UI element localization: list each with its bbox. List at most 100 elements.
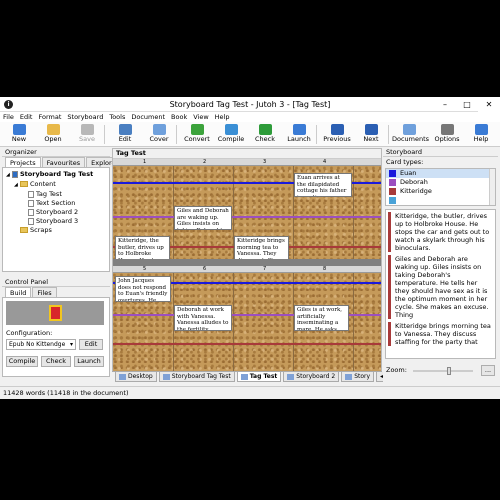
edit-config-button[interactable]: Edit xyxy=(79,339,103,350)
card-types-list: Euan Deborah Kitteridge xyxy=(385,168,496,206)
new-button[interactable]: New xyxy=(2,123,36,146)
cover-label: Cover xyxy=(149,135,169,143)
open-label: Open xyxy=(44,135,62,143)
doc-tab-label: Storyboard 2 xyxy=(296,372,336,380)
tree-item[interactable]: ◢ Storyboard Tag Test xyxy=(6,170,106,180)
menu-bar: File Edit Format Storyboard Tools Document Boo… xyxy=(0,112,500,122)
compile-button[interactable]: Compile xyxy=(6,356,38,367)
menu-item-format[interactable]: Format xyxy=(38,112,61,122)
menu-item-help[interactable]: Help xyxy=(215,112,230,122)
doc-tab-tag-test[interactable]: Tag Test xyxy=(236,372,282,382)
launch-label: Launch xyxy=(287,135,311,143)
card-type-name: Deborah xyxy=(400,178,428,186)
document-icon xyxy=(28,217,34,225)
zoom-slider-thumb[interactable] xyxy=(447,367,451,375)
tree-item[interactable]: ◢ Content xyxy=(6,180,106,190)
menu-item-book[interactable]: Book xyxy=(171,112,187,122)
maximize-icon[interactable]: □ xyxy=(456,97,478,112)
tree-item[interactable]: Text Section xyxy=(6,199,106,208)
story-card[interactable]: Giles is at work, artificially inseminat… xyxy=(294,305,349,331)
documents-button[interactable]: Documents xyxy=(392,123,429,146)
convert-button[interactable]: Convert xyxy=(180,123,214,146)
zoom-slider[interactable] xyxy=(413,367,473,375)
options-button[interactable]: Options xyxy=(430,123,464,146)
tree-item-label: Storyboard 3 xyxy=(36,217,79,225)
book-cover-icon[interactable] xyxy=(49,305,62,321)
launch-icon xyxy=(292,124,306,135)
card-note[interactable]: Kitteridge brings morning tea to Vanessa… xyxy=(388,322,493,346)
menu-item-tools[interactable]: Tools xyxy=(109,112,125,122)
document-icon xyxy=(28,190,34,198)
edit-button[interactable]: Edit xyxy=(108,123,142,146)
story-card[interactable]: Deborah at work with Vanessa. Vanessa al… xyxy=(174,305,232,331)
column-divider xyxy=(353,273,354,380)
compile-icon xyxy=(224,124,238,135)
card-type-item[interactable]: Deborah xyxy=(386,178,495,187)
cover-button[interactable]: Cover xyxy=(142,123,176,146)
document-tabs: Desktop Storyboard Tag Test Tag Test Storyb… xyxy=(112,371,392,382)
tree-item[interactable]: Tag Test xyxy=(6,190,106,199)
check-button[interactable]: Check xyxy=(248,123,282,146)
save-button[interactable]: Save xyxy=(70,123,104,146)
close-icon[interactable]: ✕ xyxy=(478,97,500,112)
column-ruler: 1 2 3 4 xyxy=(113,159,381,166)
tree-item[interactable]: Scraps xyxy=(6,226,106,235)
tab-projects[interactable]: Projects xyxy=(5,157,41,167)
toolbar-separator xyxy=(388,125,389,144)
tab-favourites[interactable]: Favourites xyxy=(41,157,86,167)
doc-tab-label: Story xyxy=(354,372,371,380)
launch-button[interactable]: Launch xyxy=(282,123,316,146)
folder-icon xyxy=(20,181,28,187)
card-type-swatch xyxy=(389,188,396,195)
help-icon xyxy=(474,124,488,135)
check-button[interactable]: Check xyxy=(41,356,71,367)
menu-item-storyboard[interactable]: Storyboard xyxy=(67,112,103,122)
column-number: 6 xyxy=(203,266,207,272)
doc-tab-story[interactable]: Story xyxy=(341,372,375,382)
title-bar: i Storyboard Tag Test - Jutoh 3 - [Tag T… xyxy=(0,97,500,112)
tree-item[interactable]: Storyboard 3 xyxy=(6,217,106,226)
story-card[interactable]: Euan arrives at the dilapidated cottage … xyxy=(294,173,352,197)
compile-button[interactable]: Compile xyxy=(214,123,248,146)
toolbar-separator xyxy=(316,125,317,144)
edit-icon xyxy=(118,124,132,135)
control-panel-tabs: Build Files xyxy=(2,287,110,297)
menu-item-document[interactable]: Document xyxy=(131,112,165,122)
control-panel-header: Control Panel xyxy=(2,278,110,287)
zoom-more-button[interactable]: ... xyxy=(481,365,495,376)
doc-tab-desktop[interactable]: Desktop xyxy=(115,372,157,382)
card-type-item[interactable]: Euan xyxy=(386,169,495,178)
scrollbar[interactable] xyxy=(489,169,495,205)
menu-item-edit[interactable]: Edit xyxy=(20,112,33,122)
folder-icon xyxy=(12,170,18,178)
doc-tab-storyboard-2[interactable]: Storyboard 2 xyxy=(283,372,340,382)
previous-button[interactable]: Previous xyxy=(320,123,354,146)
minimize-icon[interactable]: – xyxy=(434,97,456,112)
floppy-disk-icon xyxy=(80,124,94,135)
options-label: Options xyxy=(434,135,460,143)
tree-item[interactable]: Storyboard 2 xyxy=(6,208,106,217)
convert-label: Convert xyxy=(184,135,210,143)
open-button[interactable]: Open xyxy=(36,123,70,146)
configuration-select[interactable]: Epub No Kittendge ▾ xyxy=(6,339,76,350)
card-type-item[interactable] xyxy=(386,196,495,205)
next-button[interactable]: Next xyxy=(354,123,388,146)
column-number: 4 xyxy=(323,159,327,165)
menu-item-file[interactable]: File xyxy=(3,112,14,122)
card-notes-list: Kitteridge, the butler, drives up to Hol… xyxy=(385,209,496,359)
tab-files[interactable]: Files xyxy=(32,287,57,297)
help-button[interactable]: Help xyxy=(464,123,498,146)
doc-tab-storyboard-tag-test[interactable]: Storyboard Tag Test xyxy=(158,372,235,382)
menu-item-view[interactable]: View xyxy=(193,112,208,122)
card-note[interactable]: Giles and Deborah are waking up. Giles i… xyxy=(388,255,493,319)
tree-item-label: Storyboard Tag Test xyxy=(20,170,94,178)
launch-button[interactable]: Launch xyxy=(74,356,104,367)
tab-build[interactable]: Build xyxy=(5,287,32,297)
story-card[interactable]: John Jacques does not respond to Euan's … xyxy=(115,276,171,302)
story-card[interactable]: Giles and Deborah are waking up. Giles i… xyxy=(174,206,232,230)
card-type-swatch xyxy=(389,179,396,186)
card-note[interactable]: Kitteridge, the butler, drives up to Hol… xyxy=(388,212,493,252)
card-type-item[interactable]: Kitteridge xyxy=(386,187,495,196)
card-types-label: Card types: xyxy=(386,158,424,166)
column-number: 2 xyxy=(203,159,207,165)
